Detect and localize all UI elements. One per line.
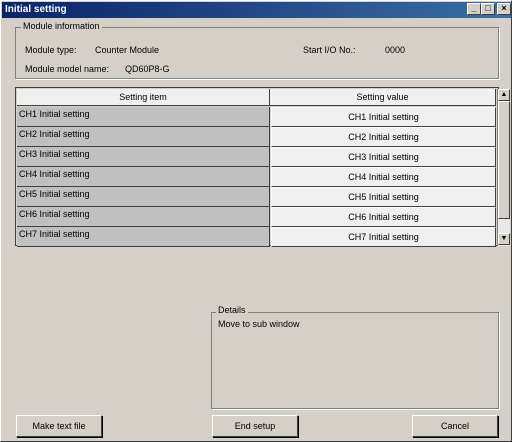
end-setup-button[interactable]: End setup: [212, 415, 298, 437]
maximize-icon: □: [485, 3, 491, 13]
details-text: Move to sub window: [218, 319, 300, 329]
setting-value-button[interactable]: CH1 Initial setting: [271, 107, 496, 127]
table-row[interactable]: CH5 Initial setting CH5 Initial setting: [17, 187, 496, 207]
chevron-up-icon: ▲: [500, 91, 508, 98]
setting-item-cell: CH7 Initial setting: [17, 227, 270, 247]
setting-value-button[interactable]: CH3 Initial setting: [271, 147, 496, 167]
close-icon: ×: [501, 3, 507, 13]
window-title: Initial setting: [5, 4, 67, 15]
start-io-label: Start I/O No.:: [303, 45, 356, 55]
setting-value-button[interactable]: CH4 Initial setting: [271, 167, 496, 187]
details-label: Details: [216, 305, 248, 315]
table-row[interactable]: CH2 Initial setting CH2 Initial setting: [17, 127, 496, 147]
setting-item-cell: CH5 Initial setting: [17, 187, 270, 207]
setting-item-cell: CH4 Initial setting: [17, 167, 270, 187]
setting-item-cell: CH1 Initial setting: [17, 107, 270, 127]
minimize-button[interactable]: _: [467, 3, 481, 15]
table-row[interactable]: CH1 Initial setting CH1 Initial setting: [17, 107, 496, 127]
setting-item-cell: CH3 Initial setting: [17, 147, 270, 167]
minimize-icon: _: [471, 3, 477, 13]
cancel-button[interactable]: Cancel: [412, 415, 498, 437]
module-model-value: QD60P8-G: [125, 64, 170, 74]
setting-value-button[interactable]: CH5 Initial setting: [271, 187, 496, 207]
column-header-setting-value[interactable]: Setting value: [270, 89, 496, 106]
module-type-value: Counter Module: [95, 45, 160, 55]
table-row[interactable]: CH6 Initial setting CH6 Initial setting: [17, 207, 496, 227]
module-type-label: Module type:: [25, 45, 77, 55]
table-row[interactable]: CH3 Initial setting CH3 Initial setting: [17, 147, 496, 167]
scroll-down-button[interactable]: ▼: [498, 233, 510, 245]
title-bar[interactable]: Initial setting: [2, 2, 511, 18]
setting-item-cell: CH2 Initial setting: [17, 127, 270, 147]
setting-value-button[interactable]: CH6 Initial setting: [271, 207, 496, 227]
chevron-down-icon: ▼: [500, 235, 508, 242]
initial-setting-window: Initial setting _ □ × Module information…: [0, 0, 512, 442]
table-row[interactable]: CH7 Initial setting CH7 Initial setting: [17, 227, 496, 247]
scroll-thumb[interactable]: [498, 101, 510, 219]
setting-item-cell: CH6 Initial setting: [17, 207, 270, 227]
module-information-label: Module information: [21, 21, 102, 31]
close-button[interactable]: ×: [497, 3, 511, 15]
table-row[interactable]: CH4 Initial setting CH4 Initial setting: [17, 167, 496, 187]
module-model-label: Module model name:: [25, 64, 110, 74]
make-text-file-button[interactable]: Make text file: [16, 415, 102, 437]
scroll-up-button[interactable]: ▲: [498, 89, 510, 101]
maximize-button[interactable]: □: [481, 3, 495, 15]
setting-value-button[interactable]: CH2 Initial setting: [271, 127, 496, 147]
setting-grid: Setting item Setting value CH1 Initial s…: [15, 87, 510, 247]
setting-value-button[interactable]: CH7 Initial setting: [271, 227, 496, 247]
grid-scrollbar[interactable]: ▲ ▼: [497, 89, 510, 246]
start-io-value: 0000: [385, 45, 406, 55]
column-header-setting-item[interactable]: Setting item: [17, 89, 270, 106]
